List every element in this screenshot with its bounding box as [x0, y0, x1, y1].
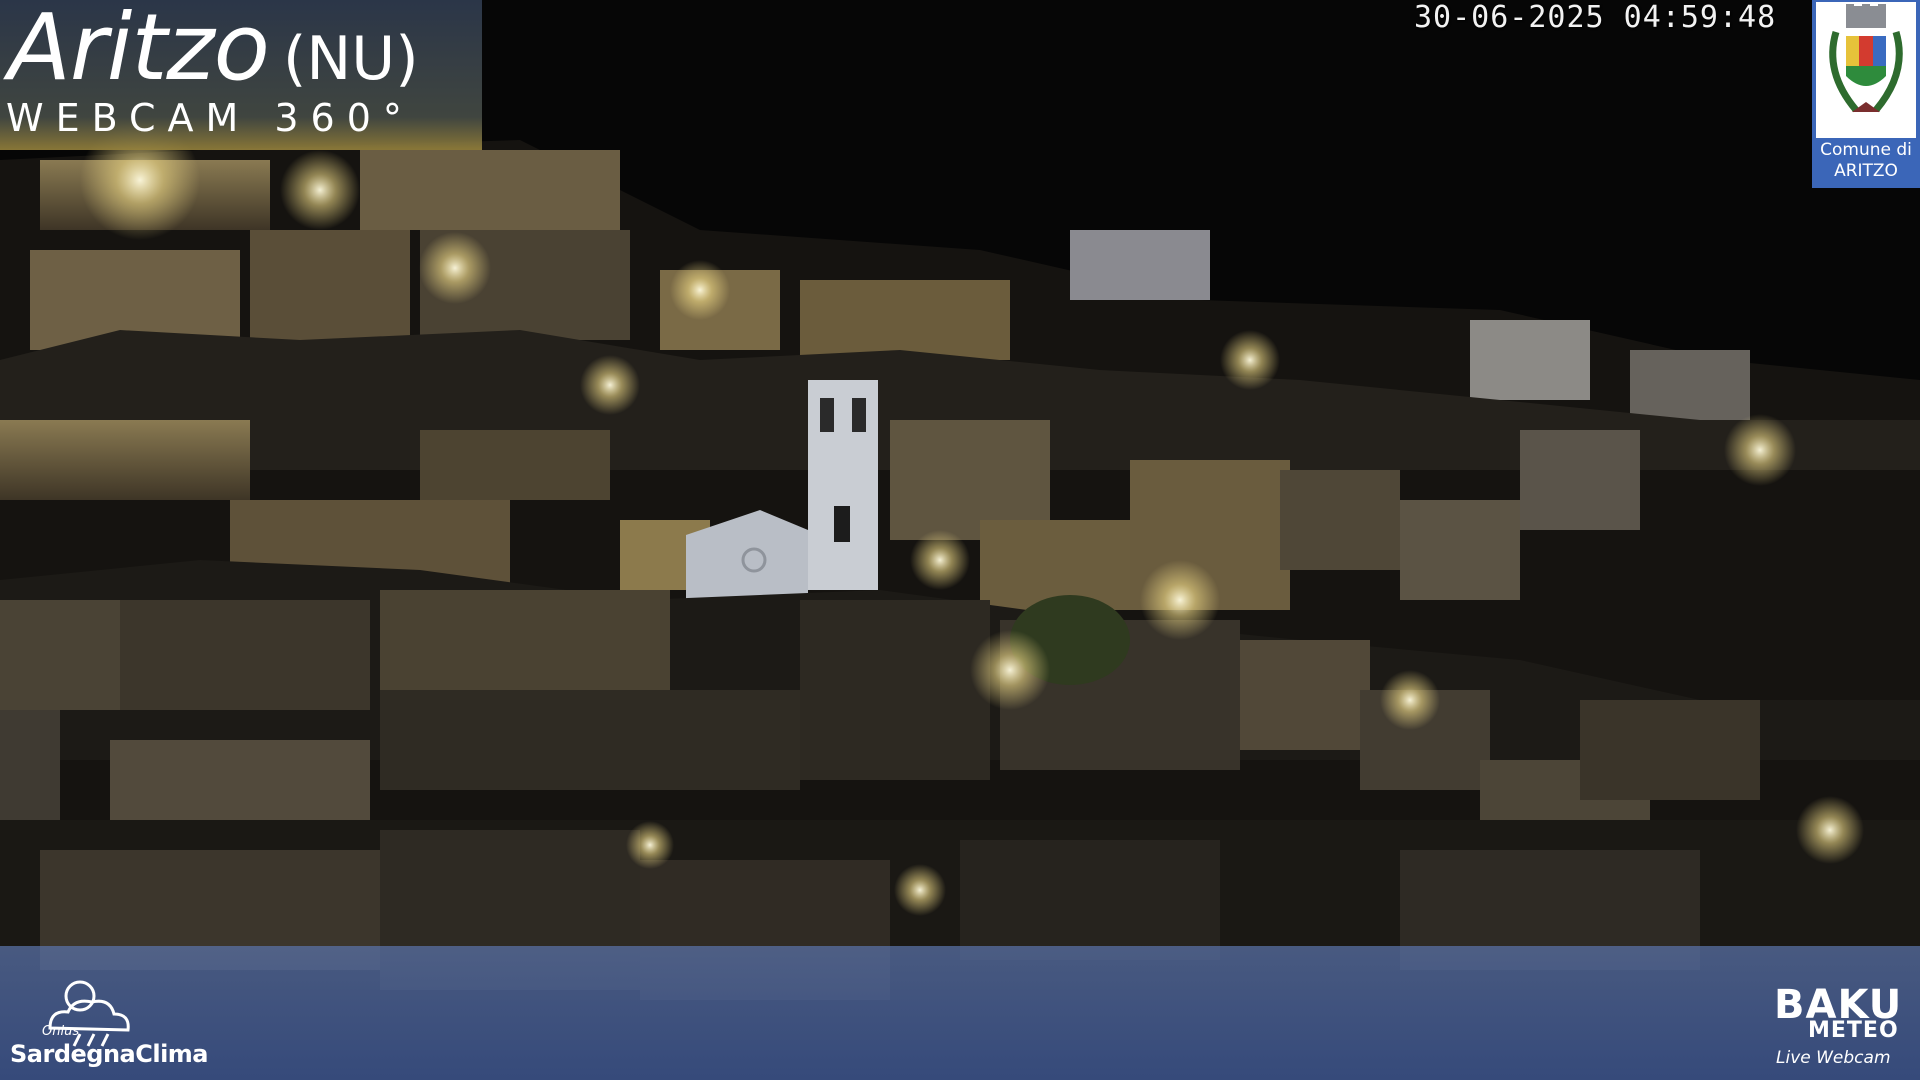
town-name: Aritzo — [8, 0, 270, 101]
sardegnaclima-onlus-label: Onlus — [42, 1024, 80, 1039]
webcam-night-town-scene — [0, 0, 1920, 1080]
municipal-crest-icon — [1816, 2, 1916, 138]
bottom-branding-band — [0, 946, 1920, 1080]
crest-caption-line2: ARITZO — [1834, 161, 1898, 181]
crest-caption-line1: Comune di — [1820, 140, 1912, 160]
baku-meteo-text: METEO — [1808, 1018, 1899, 1043]
baku-live-webcam-text: Live Webcam — [1776, 1048, 1891, 1068]
title-line: Aritzo (NU) — [8, 0, 419, 101]
sardegnaclima-logo-text: SardegnaClima — [10, 1040, 209, 1068]
province-code: (NU) — [282, 24, 419, 94]
crest-caption: Comune di ARITZO — [1812, 140, 1920, 182]
municipal-crest-badge: Comune di ARITZO — [1812, 0, 1920, 188]
webcam-title-banner: Aritzo (NU) WEBCAM 360° — [0, 0, 482, 150]
timestamp: 30-06-2025 04:59:48 — [1414, 0, 1777, 35]
webcam-subtitle: WEBCAM 360° — [6, 96, 414, 140]
